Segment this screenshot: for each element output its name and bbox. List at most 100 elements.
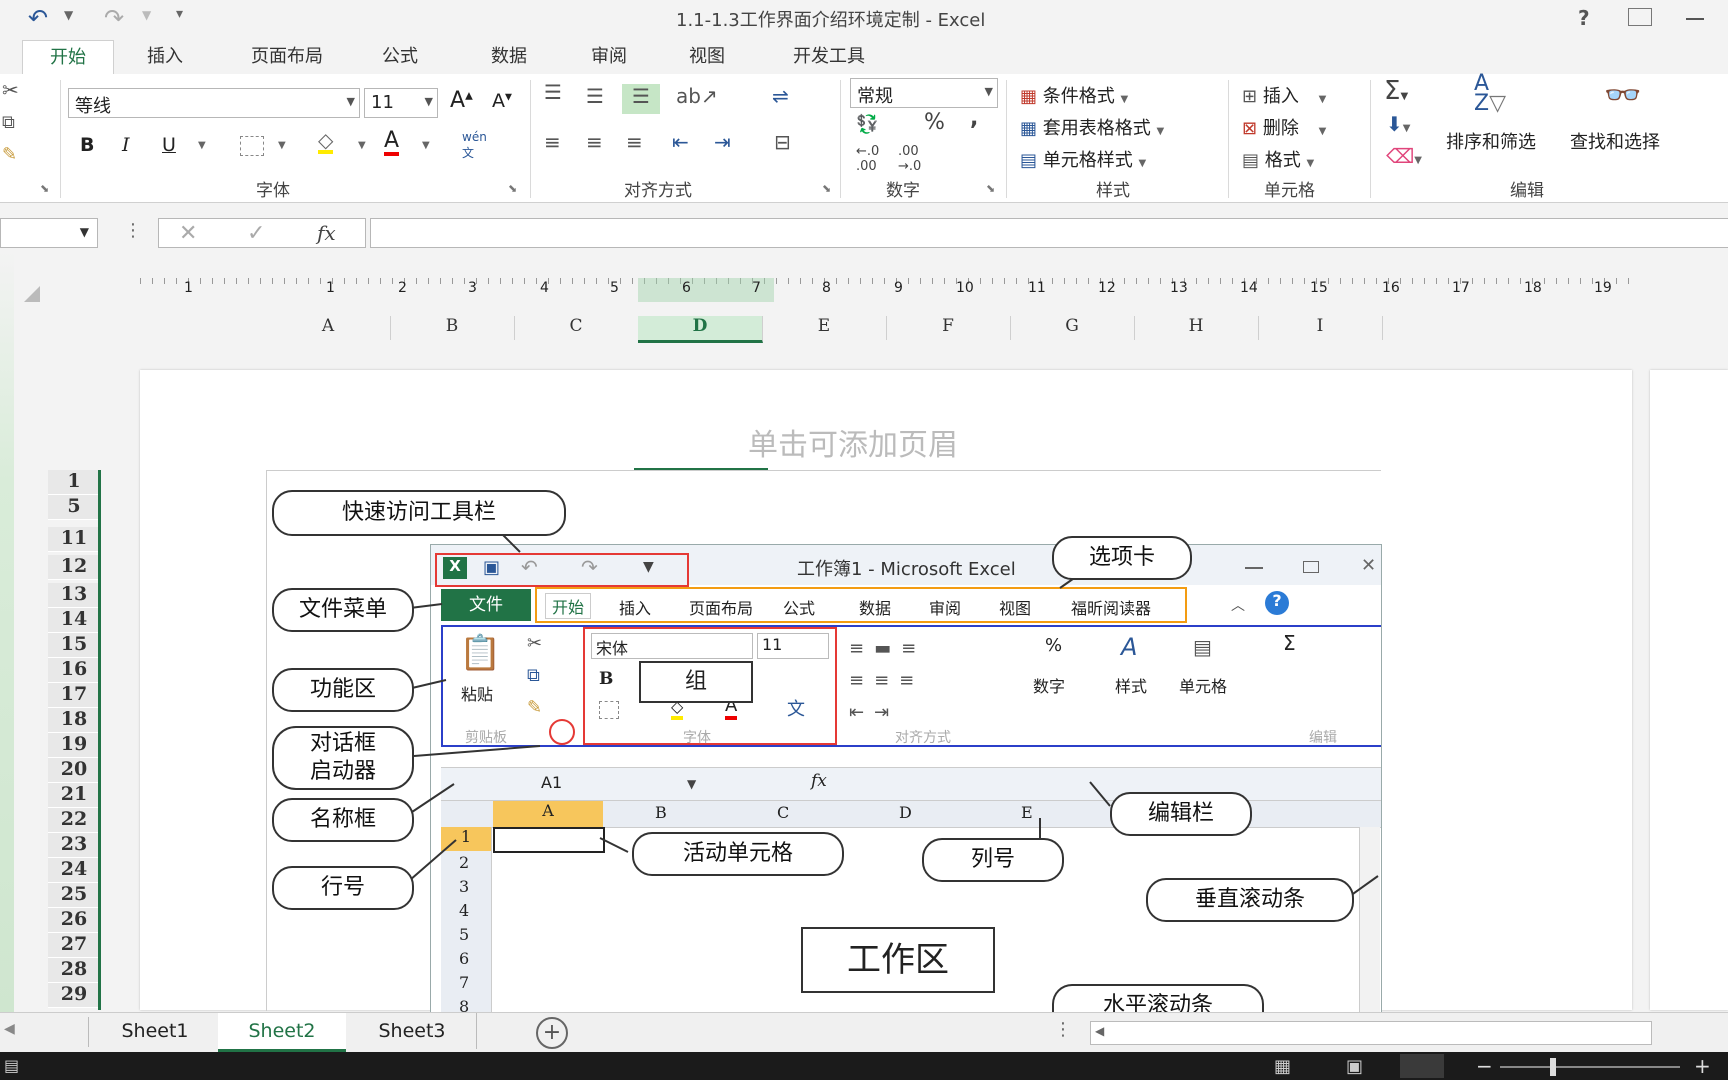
- align-right-icon[interactable]: ≡: [626, 130, 643, 154]
- cut-icon[interactable]: ✂: [2, 78, 19, 102]
- align-top-icon[interactable]: ☰: [544, 80, 562, 104]
- chevron-down-icon[interactable]: ▼: [985, 85, 993, 98]
- decrease-decimal-icon[interactable]: .00 →.0: [898, 144, 921, 174]
- cell-styles-button[interactable]: ▤ 单元格样式 ▼: [1020, 146, 1146, 172]
- font-color-dropdown-icon[interactable]: ▼: [422, 140, 430, 151]
- page-layout-view-icon[interactable]: ▣: [1346, 1056, 1363, 1077]
- decrease-font-icon[interactable]: A▼: [492, 90, 512, 112]
- tab-developer[interactable]: 开发工具: [774, 40, 884, 74]
- row-header[interactable]: 23: [48, 833, 100, 858]
- sort-filter-icon[interactable]: A Z▽: [1474, 73, 1506, 115]
- tab-page-layout[interactable]: 页面布局: [232, 40, 342, 74]
- insert-function-icon[interactable]: fx: [317, 221, 336, 245]
- underline-dropdown-icon[interactable]: ▼: [198, 140, 206, 151]
- tab-view[interactable]: 视图: [674, 40, 740, 74]
- column-header-g[interactable]: G: [1010, 316, 1135, 340]
- column-header-f[interactable]: F: [886, 316, 1011, 340]
- sheet-tab-1[interactable]: Sheet1: [92, 1013, 218, 1049]
- accounting-format-icon[interactable]: 💱: [856, 114, 878, 135]
- help-icon[interactable]: ?: [1578, 6, 1590, 30]
- page-break-view-icon[interactable]: [1400, 1054, 1444, 1078]
- fill-icon[interactable]: ⬇▼: [1386, 112, 1410, 136]
- row-header[interactable]: 17: [48, 683, 100, 708]
- tab-home[interactable]: 开始: [22, 40, 114, 75]
- row-header[interactable]: 5: [48, 495, 100, 520]
- conditional-format-button[interactable]: ▦ 条件格式 ▼: [1020, 82, 1128, 108]
- alignment-launcher-icon[interactable]: ⬊: [822, 182, 831, 195]
- row-header[interactable]: 25: [48, 883, 100, 908]
- normal-view-icon[interactable]: ▦: [1274, 1056, 1291, 1077]
- number-format-select[interactable]: 常规 ▼: [850, 78, 998, 108]
- comma-icon[interactable]: ,: [970, 106, 978, 131]
- font-name-select[interactable]: 等线 ▼: [68, 88, 360, 118]
- scroll-sheets-icon[interactable]: ◀: [4, 1021, 15, 1037]
- horizontal-scrollbar[interactable]: ◀: [1090, 1021, 1652, 1045]
- more-icon[interactable]: ⋮: [1054, 1019, 1072, 1040]
- bold-icon[interactable]: B: [80, 134, 94, 156]
- row-header[interactable]: 24: [48, 858, 100, 883]
- number-launcher-icon[interactable]: ⬊: [986, 182, 995, 195]
- redo-dropdown-icon[interactable]: ▼: [142, 8, 151, 22]
- delete-cells-button[interactable]: ⊠ 删除 ▼: [1242, 114, 1326, 140]
- row-header[interactable]: 27: [48, 933, 100, 958]
- column-header-b[interactable]: B: [390, 316, 515, 340]
- more-icon[interactable]: ⋮: [124, 220, 142, 241]
- row-header[interactable]: 18: [48, 708, 100, 733]
- border-icon[interactable]: [240, 136, 264, 156]
- row-header[interactable]: 29: [48, 983, 100, 1008]
- increase-decimal-icon[interactable]: ←.0.00: [856, 144, 879, 174]
- sheet-tab-2[interactable]: Sheet2: [218, 1013, 346, 1052]
- format-painter-icon[interactable]: ✎: [2, 144, 17, 165]
- column-header-c[interactable]: C: [514, 316, 639, 340]
- tab-formulas[interactable]: 公式: [370, 40, 430, 74]
- row-header[interactable]: 12: [48, 555, 100, 580]
- select-all-corner-icon[interactable]: [24, 286, 40, 302]
- column-header-h[interactable]: H: [1134, 316, 1259, 340]
- row-header[interactable]: 28: [48, 958, 100, 983]
- autosum-icon[interactable]: Σ▼: [1384, 76, 1408, 106]
- chevron-down-icon[interactable]: ▼: [425, 95, 433, 108]
- align-middle-icon[interactable]: ☰: [586, 84, 604, 108]
- zoom-in-icon[interactable]: +: [1694, 1054, 1711, 1078]
- increase-indent-icon[interactable]: ⇥: [714, 130, 731, 154]
- merge-center-icon[interactable]: ⊟: [774, 130, 791, 154]
- format-cells-button[interactable]: ▤ 格式 ▼: [1242, 146, 1314, 172]
- sort-filter-label[interactable]: 排序和筛选: [1446, 128, 1536, 154]
- ribbon-display-icon[interactable]: [1628, 8, 1652, 26]
- percent-icon[interactable]: %: [924, 110, 945, 135]
- row-header[interactable]: 13: [48, 583, 100, 608]
- fill-dropdown-icon[interactable]: ▼: [358, 140, 366, 151]
- row-header[interactable]: 22: [48, 808, 100, 833]
- name-box[interactable]: ▼: [0, 218, 98, 248]
- column-header-i[interactable]: I: [1258, 316, 1383, 340]
- undo-icon[interactable]: ↶: [28, 4, 48, 32]
- column-header-a[interactable]: A: [266, 316, 391, 340]
- row-header[interactable]: 26: [48, 908, 100, 933]
- increase-font-icon[interactable]: A▲: [450, 88, 473, 113]
- zoom-slider-thumb[interactable]: [1550, 1058, 1556, 1076]
- align-left-icon[interactable]: ≡: [544, 130, 561, 154]
- align-center-icon[interactable]: ≡: [586, 130, 603, 154]
- orientation-icon[interactable]: ab↗: [676, 84, 718, 108]
- align-bottom-icon[interactable]: ☰: [622, 84, 660, 114]
- underline-icon[interactable]: U: [162, 134, 176, 156]
- zoom-slider[interactable]: [1500, 1058, 1680, 1076]
- phonetic-icon[interactable]: wén 文: [462, 130, 498, 161]
- tab-data[interactable]: 数据: [476, 40, 542, 74]
- cancel-icon[interactable]: ✕: [179, 221, 197, 246]
- tab-insert[interactable]: 插入: [130, 40, 200, 74]
- sheet-tab-3[interactable]: Sheet3: [348, 1013, 477, 1049]
- zoom-out-icon[interactable]: −: [1476, 1054, 1493, 1078]
- find-select-label[interactable]: 查找和选择: [1570, 128, 1660, 154]
- border-dropdown-icon[interactable]: ▼: [278, 140, 286, 151]
- font-launcher-icon[interactable]: ⬊: [508, 182, 517, 195]
- add-sheet-icon[interactable]: +: [536, 1017, 568, 1049]
- font-size-select[interactable]: 11 ▼: [364, 88, 438, 118]
- clipboard-launcher-icon[interactable]: ⬊: [40, 182, 49, 195]
- formula-input[interactable]: [370, 218, 1728, 248]
- format-as-table-button[interactable]: ▦ 套用表格格式 ▼: [1020, 114, 1164, 140]
- column-header-e[interactable]: E: [762, 316, 887, 340]
- row-header[interactable]: 19: [48, 733, 100, 758]
- macro-record-icon[interactable]: ▤: [4, 1056, 19, 1075]
- wrap-text-icon[interactable]: ⇌: [772, 84, 789, 108]
